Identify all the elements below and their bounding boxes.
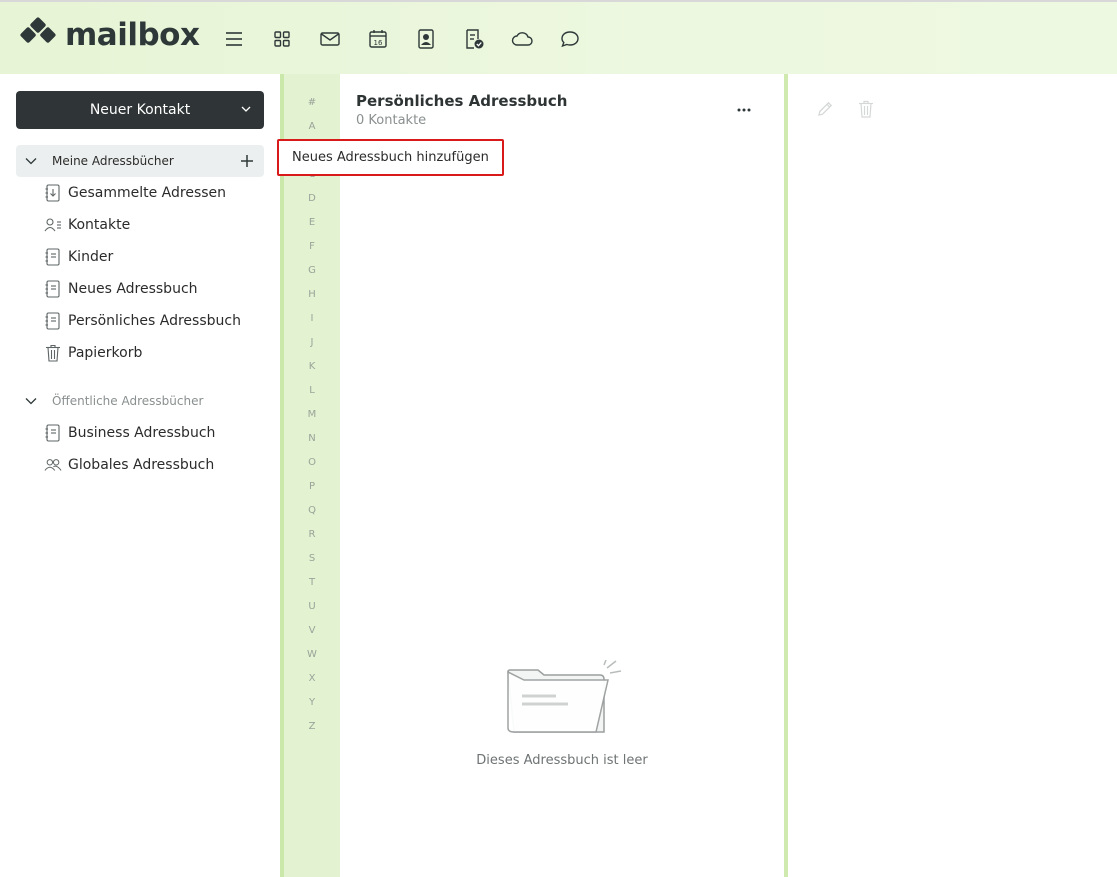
cloud-icon[interactable]: [510, 27, 534, 51]
alphabet-letter[interactable]: H: [284, 289, 340, 300]
my-address-books-section[interactable]: Meine Adressbücher: [16, 145, 264, 177]
address-book-label: Persönliches Adressbuch: [68, 313, 241, 329]
alphabet-letter[interactable]: O: [284, 457, 340, 468]
new-contact-label: Neuer Kontakt: [89, 102, 191, 118]
add-address-book-label: Neues Adressbuch hinzufügen: [292, 150, 489, 165]
address-book-icon: [44, 424, 62, 442]
sidebar: Neuer Kontakt Meine Adressbücher Gesamme…: [0, 74, 280, 877]
edit-pencil-icon[interactable]: [816, 100, 834, 118]
alphabet-letter[interactable]: R: [284, 529, 340, 540]
address-book-item-trash[interactable]: Papierkorb: [44, 341, 142, 365]
alphabet-letter[interactable]: W: [284, 649, 340, 660]
address-book-item-contacts[interactable]: Kontakte: [44, 213, 130, 237]
alphabet-letter[interactable]: S: [284, 553, 340, 564]
address-book-icon: [44, 248, 62, 266]
address-book-label: Gesammelte Adressen: [68, 185, 227, 201]
alphabet-letter[interactable]: Y: [284, 697, 340, 708]
alphabet-index: #ABCDEFGHIJKLMNOPQRSTUVWXYZ: [280, 74, 340, 877]
add-address-book-menu-item[interactable]: Neues Adressbuch hinzufügen: [277, 139, 504, 176]
app-logo[interactable]: mailbox: [19, 16, 200, 54]
logo-text: mailbox: [65, 17, 200, 53]
address-book-title: Persönliches Adressbuch: [356, 92, 568, 110]
alphabet-letter[interactable]: X: [284, 673, 340, 684]
alphabet-letter[interactable]: K: [284, 361, 340, 372]
contacts-icon[interactable]: [414, 27, 438, 51]
address-book-item-business[interactable]: Business Adressbuch: [44, 421, 215, 445]
address-book-label: Business Adressbuch: [68, 425, 216, 441]
public-address-books-section[interactable]: Öffentliche Adressbücher: [16, 385, 264, 417]
alphabet-letter[interactable]: V: [284, 625, 340, 636]
add-address-book-icon[interactable]: [238, 152, 256, 170]
chevron-down-icon[interactable]: [25, 395, 37, 407]
alphabet-letter[interactable]: J: [284, 337, 340, 348]
alphabet-letter[interactable]: Q: [284, 505, 340, 516]
mail-icon[interactable]: [318, 27, 342, 51]
alphabet-letter[interactable]: E: [284, 217, 340, 228]
address-book-item-neues[interactable]: Neues Adressbuch: [44, 277, 198, 301]
delete-trash-icon[interactable]: [858, 100, 874, 118]
contact-detail-panel: [788, 74, 1117, 877]
collected-addresses-icon: [44, 184, 62, 202]
address-book-label: Kinder: [68, 249, 114, 265]
contact-count: 0 Kontakte: [356, 113, 427, 128]
chat-icon[interactable]: [558, 27, 582, 51]
app-header: mailbox 16: [0, 2, 1117, 74]
alphabet-letter[interactable]: #: [284, 97, 340, 108]
chevron-down-icon[interactable]: [25, 155, 37, 167]
alphabet-letter[interactable]: G: [284, 265, 340, 276]
alphabet-letter[interactable]: D: [284, 193, 340, 204]
alphabet-letter[interactable]: P: [284, 481, 340, 492]
calendar-day-text: 16: [374, 39, 383, 47]
trash-icon: [44, 344, 62, 362]
contacts-list-icon: [44, 216, 62, 234]
address-book-icon: [44, 280, 62, 298]
address-book-label: Neues Adressbuch: [68, 281, 198, 297]
alphabet-letter[interactable]: A: [284, 121, 340, 132]
alphabet-letter[interactable]: T: [284, 577, 340, 588]
empty-state-text: Dieses Adressbuch ist leer: [476, 753, 648, 768]
address-book-item-kinder[interactable]: Kinder: [44, 245, 113, 269]
alphabet-letter[interactable]: U: [284, 601, 340, 612]
calendar-icon[interactable]: 16: [366, 27, 390, 51]
alphabet-letter[interactable]: L: [284, 385, 340, 396]
apps-grid-icon[interactable]: [270, 27, 294, 51]
people-icon: [44, 456, 62, 474]
mailbox-logo-icon: [20, 17, 56, 52]
alphabet-letter[interactable]: M: [284, 409, 340, 420]
address-book-label: Kontakte: [68, 217, 131, 233]
new-contact-button[interactable]: Neuer Kontakt: [16, 91, 264, 129]
menu-icon[interactable]: [222, 27, 246, 51]
address-book-icon: [44, 312, 62, 330]
my-address-books-label: Meine Adressbücher: [52, 154, 174, 168]
public-address-books-label: Öffentliche Adressbücher: [52, 394, 204, 408]
address-book-item-global[interactable]: Globales Adressbuch: [44, 453, 214, 477]
address-book-label: Globales Adressbuch: [68, 457, 215, 473]
tasks-icon[interactable]: [462, 27, 486, 51]
alphabet-letter[interactable]: Z: [284, 721, 340, 732]
address-book-item-collected[interactable]: Gesammelte Adressen: [44, 181, 226, 205]
chevron-down-icon[interactable]: [240, 103, 252, 115]
contact-list-panel: Persönliches Adressbuch 0 Kontakte Diese…: [340, 74, 784, 877]
more-options-icon[interactable]: [736, 100, 752, 120]
empty-folder-icon: [507, 660, 622, 733]
address-book-item-personal[interactable]: Persönliches Adressbuch: [44, 309, 241, 333]
alphabet-letter[interactable]: I: [284, 313, 340, 324]
alphabet-letter[interactable]: F: [284, 241, 340, 252]
address-book-label: Papierkorb: [68, 345, 143, 361]
alphabet-letter[interactable]: N: [284, 433, 340, 444]
